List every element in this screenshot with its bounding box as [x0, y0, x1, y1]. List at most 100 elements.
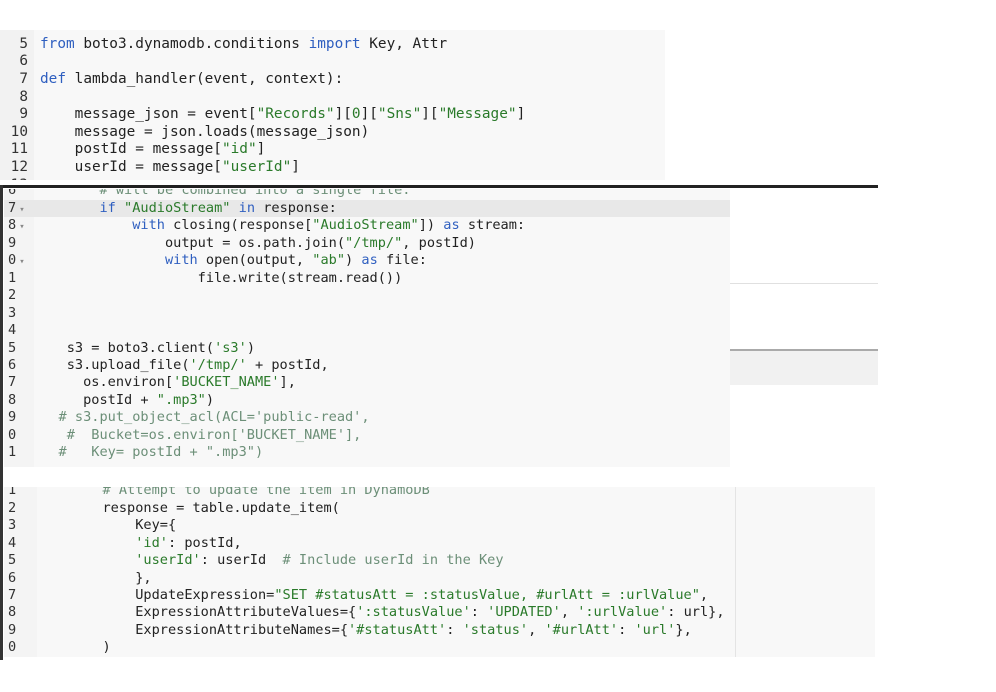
line-number: 3 [8, 305, 16, 322]
fold-toggle-icon[interactable]: ▾ [19, 205, 24, 215]
code-text: postId = message["id"] [40, 141, 266, 159]
code-line[interactable]: 4 [4, 322, 730, 339]
line-number-text: 8 [8, 217, 17, 234]
code-token: ]) [418, 217, 444, 234]
code-line[interactable]: 6 s3.upload_file('/tmp/' + postId, [4, 357, 730, 374]
code-text: message = json.loads(message_json) [40, 124, 370, 142]
line-number-text: 5 [8, 552, 17, 569]
code-text: postId + ".mp3") [34, 392, 214, 409]
line-number: 13 [11, 177, 28, 180]
code-text: ) [37, 639, 110, 656]
code-line[interactable]: 6 # will be combined into a single file. [4, 189, 730, 200]
fold-toggle-icon[interactable]: ▾ [19, 257, 24, 267]
line-number-text: 10 [10, 123, 28, 140]
code-line[interactable]: 9 ExpressionAttributeNames={'#statusAtt'… [4, 622, 875, 639]
code-token: }, [675, 621, 692, 638]
line-number-text: 2 [8, 287, 17, 304]
code-token: UpdateExpression= [37, 586, 275, 603]
code-line[interactable]: 0 ) [4, 639, 875, 656]
code-line[interactable]: 5 from boto3.dynamodb.conditions import K… [0, 36, 665, 54]
code-token: : postId, [167, 534, 242, 551]
line-number-text: 13 [11, 177, 28, 180]
string-token: "/tmp/" [345, 234, 403, 251]
code-line[interactable]: 11 postId = message["id"] [0, 141, 665, 159]
comment-token: # Attempt to update the item in DynamoDB [37, 487, 430, 499]
code-line[interactable]: 0 ▾ with open(output, "ab") as file: [4, 252, 730, 269]
code-text: Key={ [37, 517, 176, 534]
code-line[interactable]: 12 userId = message["userId"] [0, 159, 665, 177]
line-number: 0 [8, 427, 16, 444]
code-token: userId = message[ [40, 159, 222, 175]
code-token: : userId [200, 552, 283, 569]
code-token: Key, Attr [360, 35, 448, 52]
code-line[interactable]: 7 def lambda_handler(event, context): [0, 71, 665, 89]
code-line[interactable]: 9 output = os.path.join("/tmp/", postId) [4, 235, 730, 252]
code-token: open(output, [197, 252, 313, 269]
code-line[interactable]: 3 [4, 305, 730, 322]
code-line[interactable]: 5 'userId': userId # Include userId in t… [4, 552, 875, 569]
code-token: postId + [34, 391, 157, 408]
print-margin-guide [735, 487, 736, 657]
line-number: 7 [8, 587, 16, 604]
code-line[interactable]: 8 postId + ".mp3") [4, 392, 730, 409]
code-token: response: [255, 199, 337, 216]
line-number-text: 9 [8, 621, 17, 638]
line-number: 9 [8, 409, 16, 426]
code-line[interactable]: 4 'id': postId, [4, 535, 875, 552]
code-token: output = os.path.join( [34, 234, 345, 251]
code-editor-panel-polly[interactable]: 6 # will be combined into a single file.… [4, 189, 730, 467]
code-text: }, [37, 570, 151, 587]
code-line[interactable]: 2 [4, 287, 730, 304]
code-line[interactable]: 1 file.write(stream.read()) [4, 270, 730, 287]
code-editor-panel-handler[interactable]: 5 from boto3.dynamodb.conditions import K… [0, 30, 665, 180]
divider [730, 283, 878, 284]
code-text: ExpressionAttributeValues={':statusValue… [37, 604, 724, 621]
code-editor-panel-dynamodb[interactable]: 1 # Attempt to update the item in Dynamo… [4, 487, 875, 657]
code-line[interactable]: 8 ▾ with closing(response["AudioStream"])… [4, 217, 730, 234]
code-line[interactable]: 8 [0, 89, 665, 107]
keyword-token: if [99, 199, 116, 216]
code-line[interactable]: 6 [0, 53, 665, 71]
line-number: 12 [11, 159, 28, 177]
code-text: def lambda_handler(event, context): [40, 71, 343, 89]
code-line[interactable]: 7 UpdateExpression="SET #statusAtt = :st… [4, 587, 875, 604]
line-number: 1 [8, 444, 16, 461]
code-token: , [528, 621, 545, 638]
code-line[interactable]: 3 Key={ [4, 517, 875, 534]
code-line[interactable]: 7 ▾ if "AudioStream" in response: [4, 199, 730, 218]
comment-token: # s3.put_object_acl(ACL='public-read', [34, 409, 370, 426]
code-line[interactable]: 0 # Bucket=os.environ['BUCKET_NAME'], [4, 427, 730, 444]
string-token: 'BUCKET_NAME' [173, 374, 280, 391]
code-text: UpdateExpression="SET #statusAtt = :stat… [37, 587, 708, 604]
line-number: 2 [8, 500, 16, 517]
code-line[interactable]: 9 # s3.put_object_acl(ACL='public-read', [4, 409, 730, 426]
code-line[interactable]: 10 message = json.loads(message_json) [0, 124, 665, 142]
panel-border-left [0, 185, 3, 660]
line-number: 6 [8, 570, 16, 587]
line-number-text: 1 [8, 487, 17, 499]
code-line[interactable]: 1 # Key= postId + ".mp3") [4, 444, 730, 461]
line-number: 4 [8, 322, 16, 339]
code-text: # Bucket=os.environ['BUCKET_NAME'], [34, 427, 362, 444]
comment-token: # Include userId in the Key [282, 552, 504, 569]
string-token: "SET #statusAtt = :statusValue, #urlAtt … [274, 586, 700, 603]
line-number-text: 4 [8, 534, 17, 551]
code-token: message_json = event[ [40, 106, 257, 123]
code-token: file: [377, 252, 427, 269]
code-line[interactable]: 5 s3 = boto3.client('s3') [4, 340, 730, 357]
code-line[interactable]: 7 os.environ['BUCKET_NAME'], [4, 374, 730, 391]
code-line[interactable]: 8 ExpressionAttributeValues={':statusVal… [4, 604, 875, 621]
code-line[interactable]: 1 # Attempt to update the item in Dynamo… [4, 487, 875, 500]
line-number: 8 [8, 604, 16, 621]
code-line[interactable]: 9 message_json = event["Records"][0]["Sn… [0, 106, 665, 124]
code-text: 'userId': userId # Include userId in the… [37, 552, 504, 569]
line-number: 5 [19, 36, 28, 54]
code-line[interactable]: 13 [0, 177, 665, 180]
code-line[interactable]: 6 }, [4, 570, 875, 587]
code-text: with closing(response["AudioStream"]) as… [34, 217, 525, 234]
code-line[interactable]: 2 response = table.update_item( [4, 500, 875, 517]
code-text: output = os.path.join("/tmp/", postId) [34, 235, 476, 252]
fold-toggle-icon[interactable]: ▾ [19, 222, 24, 232]
